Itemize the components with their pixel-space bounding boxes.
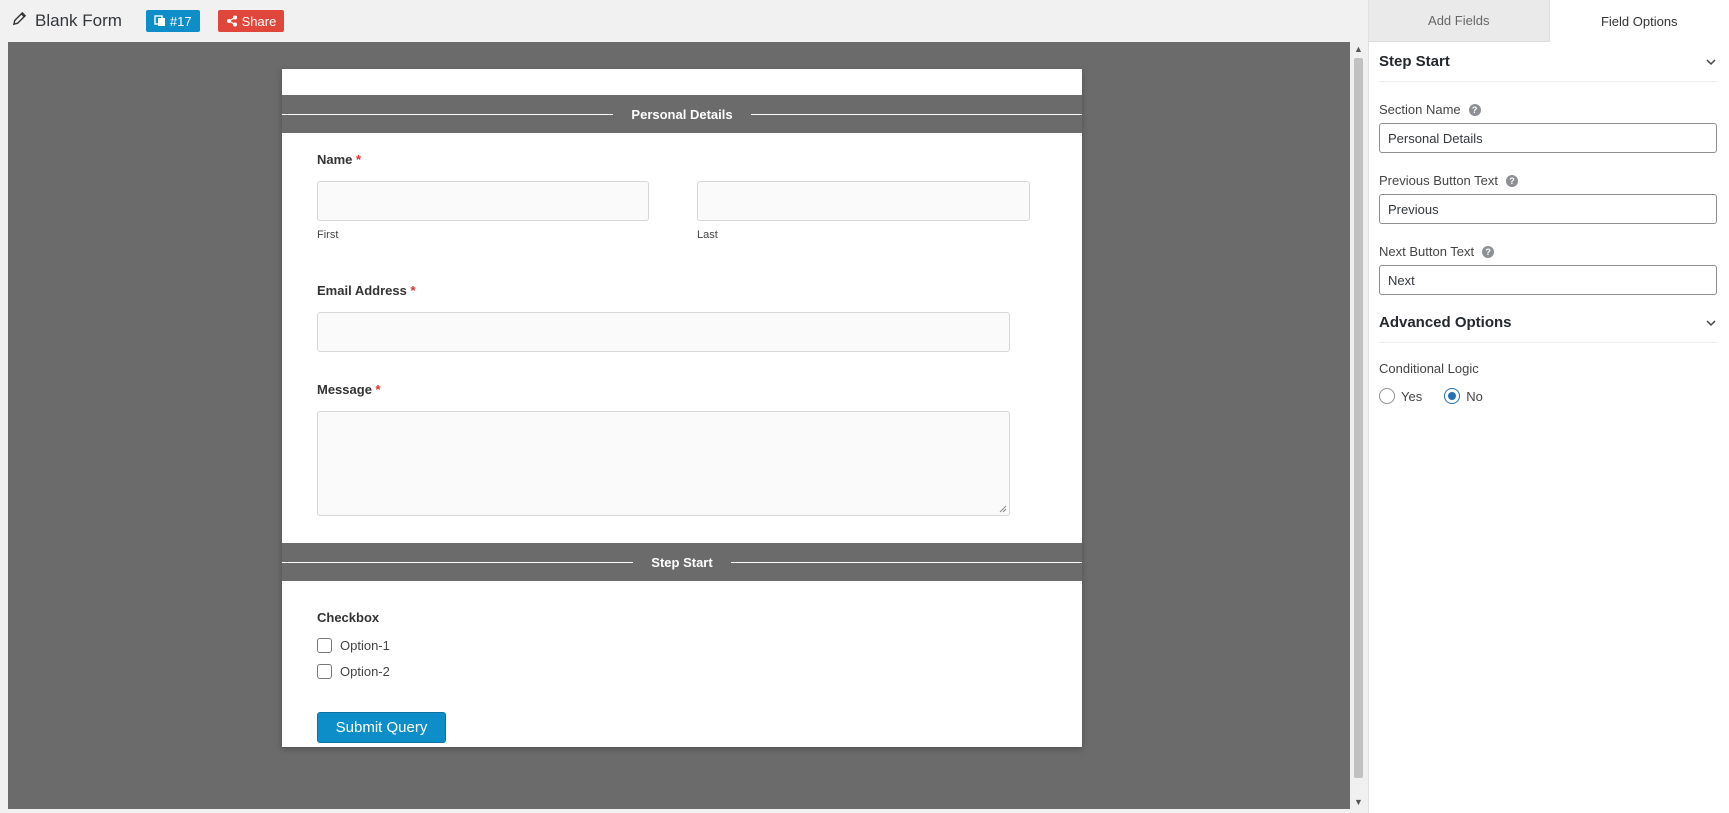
section-step-start[interactable]: Step Start: [282, 543, 1082, 581]
option-label: Option-2: [340, 664, 390, 679]
option-1-checkbox[interactable]: Option-1: [317, 638, 390, 653]
option-label: Option-1: [340, 638, 390, 653]
first-name-input[interactable]: [317, 181, 649, 221]
first-sublabel: First: [317, 229, 339, 241]
section-title: Personal Details: [631, 106, 733, 122]
name-label: Name *: [317, 152, 361, 167]
section-name-input[interactable]: Personal Details: [1379, 123, 1717, 153]
divider: [750, 113, 1082, 115]
message-label: Message *: [317, 382, 381, 397]
radio-circle[interactable]: [1379, 388, 1395, 404]
checkbox-label: Checkbox: [317, 610, 380, 625]
help-icon[interactable]: ?: [1482, 245, 1495, 258]
step-start-group-header[interactable]: Step Start: [1379, 42, 1717, 82]
radio-no-label: No: [1466, 388, 1483, 404]
form-id-button[interactable]: #17: [145, 10, 200, 32]
group-title: Step Start: [1379, 53, 1450, 70]
advanced-options-group-header[interactable]: Advanced Options: [1379, 303, 1717, 343]
group-title: Advanced Options: [1379, 314, 1512, 331]
section-name-label: Section Name ?: [1379, 102, 1717, 117]
chevron-down-icon[interactable]: [1705, 317, 1717, 329]
radio-no[interactable]: No: [1444, 388, 1483, 404]
help-icon[interactable]: ?: [1506, 174, 1518, 187]
pencil-icon[interactable]: [12, 11, 27, 31]
scroll-up-icon[interactable]: ▲: [1350, 42, 1367, 56]
divider: [282, 561, 634, 563]
divider: [282, 113, 614, 115]
resize-grip-icon[interactable]: [999, 505, 1007, 513]
previous-button-text-label-text: Previous Button Text: [1379, 173, 1498, 188]
conditional-logic-radio-group: Yes No: [1379, 388, 1717, 404]
last-name-input[interactable]: [697, 181, 1030, 221]
help-icon[interactable]: ?: [1468, 103, 1481, 116]
email-label: Email Address *: [317, 283, 416, 298]
share-label: Share: [241, 13, 277, 29]
submit-button[interactable]: Submit Query: [317, 712, 446, 743]
share-icon: [226, 15, 237, 27]
required-mark: *: [410, 283, 416, 298]
email-label-text: Email Address: [317, 283, 407, 298]
form-header: Blank Form #17 Share: [0, 0, 1368, 42]
option-2-checkbox[interactable]: Option-2: [317, 664, 390, 679]
copy-icon: [154, 15, 165, 26]
conditional-logic-label: Conditional Logic: [1379, 361, 1479, 376]
previous-button-text-input[interactable]: Previous: [1379, 194, 1717, 224]
next-button-text-label: Next Button Text ?: [1379, 244, 1717, 259]
section-personal-details[interactable]: Personal Details: [282, 95, 1082, 133]
required-mark: *: [356, 152, 362, 167]
message-label-text: Message: [317, 382, 372, 397]
radio-circle-selected[interactable]: [1444, 388, 1461, 404]
scroll-thumb[interactable]: [1354, 58, 1363, 778]
divider: [730, 561, 1082, 563]
previous-button-text-label: Previous Button Text ?: [1379, 173, 1717, 188]
form-canvas: Personal Details Name * First Last Email…: [8, 42, 1350, 809]
scroll-down-icon[interactable]: ▼: [1350, 795, 1367, 809]
radio-yes[interactable]: Yes: [1379, 388, 1422, 404]
tab-add-fields[interactable]: Add Fields: [1369, 0, 1550, 42]
next-button-text-input[interactable]: Next: [1379, 265, 1717, 295]
next-button-text-label-text: Next Button Text: [1379, 244, 1475, 259]
canvas-scrollbar[interactable]: ▲ ▼: [1350, 42, 1367, 809]
checkbox-box[interactable]: [317, 638, 332, 653]
form-preview: Personal Details Name * First Last Email…: [282, 69, 1082, 747]
section-title: Step Start: [651, 554, 713, 570]
form-id-label: #17: [169, 13, 192, 29]
tab-field-options[interactable]: Field Options: [1549, 0, 1729, 42]
panel-tabs: Add Fields Field Options: [1369, 0, 1729, 42]
required-mark: *: [375, 382, 381, 397]
chevron-down-icon[interactable]: [1705, 56, 1717, 68]
form-title[interactable]: Blank Form: [35, 11, 122, 31]
checkbox-box[interactable]: [317, 664, 332, 679]
share-button[interactable]: Share: [217, 10, 285, 32]
section-name-label-text: Section Name: [1379, 102, 1461, 117]
title-wrap: Blank Form: [12, 11, 122, 31]
radio-yes-label: Yes: [1401, 388, 1423, 404]
message-textarea[interactable]: [317, 411, 1010, 516]
name-label-text: Name: [317, 152, 353, 167]
panel-body: Step Start Section Name ? Personal Detai…: [1369, 42, 1729, 404]
options-panel: Add Fields Field Options Step Start Sect…: [1368, 0, 1729, 813]
last-sublabel: Last: [697, 229, 718, 241]
email-input[interactable]: [317, 312, 1010, 352]
